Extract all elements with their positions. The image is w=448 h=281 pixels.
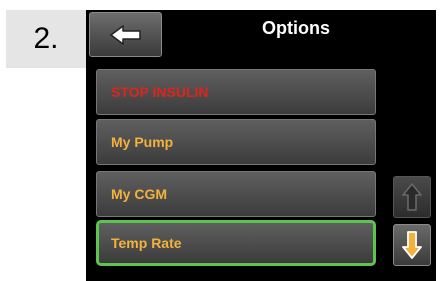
back-button[interactable] <box>89 12 162 57</box>
left-arrow-icon <box>109 24 141 45</box>
menu-item-label: My Pump <box>111 134 174 150</box>
menu-item-my-cgm[interactable]: My CGM <box>96 171 376 217</box>
scroll-down-button[interactable] <box>393 224 431 266</box>
menu-item-stop-insulin[interactable]: STOP INSULIN <box>96 69 376 115</box>
menu-item-temp-rate[interactable]: Temp Rate <box>96 220 376 266</box>
menu-item-my-pump[interactable]: My Pump <box>96 119 376 165</box>
menu-item-label: STOP INSULIN <box>111 84 209 100</box>
screen-title: Options <box>262 18 330 38</box>
up-arrow-icon <box>402 183 422 211</box>
menu-item-label: Temp Rate <box>111 235 182 251</box>
menu-item-label: My CGM <box>111 186 167 202</box>
step-number: 2. <box>33 22 59 55</box>
scroll-up-button[interactable] <box>393 176 431 218</box>
step-number-box: 2. <box>6 10 86 68</box>
pump-screen: Options STOP INSULIN My Pump My CGM Temp… <box>86 10 436 281</box>
down-arrow-icon <box>402 231 422 259</box>
